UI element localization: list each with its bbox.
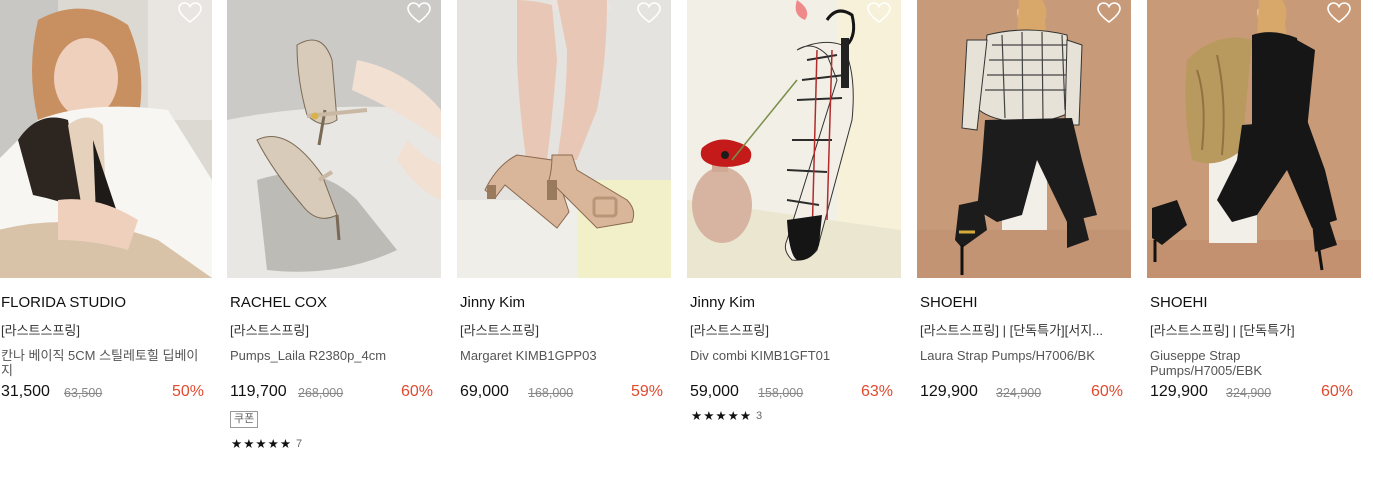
- heart-outline-icon[interactable]: [637, 2, 661, 24]
- original-price: 268,000: [298, 386, 344, 400]
- product-name[interactable]: Laura Strap Pumps/H7006/BK: [920, 348, 1125, 378]
- sale-price: 129,900: [1150, 383, 1208, 400]
- rating: ★★★★★ 7: [231, 437, 441, 451]
- review-count: 3: [756, 410, 763, 422]
- product-tag: [라스트스프링]: [460, 323, 539, 338]
- original-price: 324,900: [1226, 386, 1272, 400]
- price-row: 59,000 158,000 63%: [690, 383, 896, 405]
- product-image[interactable]: [1147, 0, 1361, 278]
- product-card[interactable]: SHOEHI [라스트스프링] | [단독특가][서지... Laura Str…: [917, 0, 1131, 405]
- sale-price: 59,000: [690, 383, 739, 400]
- product-brand[interactable]: Jinny Kim: [460, 294, 671, 312]
- star-rating-icon: ★★★★★: [231, 437, 293, 451]
- product-image[interactable]: [227, 0, 441, 278]
- price-row: 119,700 268,000 60%: [230, 383, 436, 405]
- beige-buckle-pumps-legs-photo: [457, 0, 671, 278]
- price-row: 129,900 324,900 60%: [920, 383, 1126, 405]
- product-tag: [라스트스프링]: [690, 323, 769, 338]
- discount-rate: 60%: [400, 383, 433, 400]
- woman-holding-stiletto-heels-photo: [0, 0, 212, 278]
- original-price: 168,000: [528, 386, 574, 400]
- heart-outline-icon[interactable]: [1097, 2, 1121, 24]
- product-image[interactable]: [0, 0, 212, 278]
- discount-rate: 59%: [630, 383, 663, 400]
- discount-rate: 60%: [1320, 383, 1353, 400]
- beige-mary-jane-pumps-photo: [227, 0, 441, 278]
- product-tag: [라스트스프링]: [1, 323, 80, 338]
- price-row: 69,000 168,000 59%: [460, 383, 666, 405]
- product-card[interactable]: RACHEL COX [라스트스프링] Pumps_Laila R2380p_4…: [227, 0, 441, 451]
- original-price: 324,900: [996, 386, 1042, 400]
- heart-outline-icon[interactable]: [178, 2, 202, 24]
- rating: ★★★★★ 3: [691, 409, 901, 423]
- product-grid: FLORIDA STUDIO [라스트스프링] 칸나 베이직 5CM 스틸레토힐…: [0, 0, 1373, 486]
- price-row: 31,500 63,500 50%: [1, 383, 207, 405]
- product-image[interactable]: [457, 0, 671, 278]
- heart-outline-icon[interactable]: [407, 2, 431, 24]
- model-in-tweed-jacket-photo: [917, 0, 1131, 278]
- sale-price: 119,700: [230, 383, 287, 400]
- original-price: 63,500: [64, 386, 103, 400]
- product-card[interactable]: SHOEHI [라스트스프링] | [단독특가] Giuseppe Strap …: [1147, 0, 1361, 405]
- sale-price: 129,900: [920, 383, 978, 400]
- review-count: 7: [296, 438, 303, 450]
- product-name[interactable]: Margaret KIMB1GPP03: [460, 348, 665, 378]
- product-brand[interactable]: SHOEHI: [1150, 294, 1361, 312]
- product-name[interactable]: 칸나 베이직 5CM 스틸레토힐 딥베이지: [1, 348, 206, 378]
- product-name[interactable]: Giuseppe Strap Pumps/H7005/EBK: [1150, 348, 1355, 378]
- product-card[interactable]: Jinny Kim [라스트스프링] Div combi KIMB1GFT01 …: [687, 0, 901, 423]
- discount-rate: 63%: [860, 383, 893, 400]
- heart-outline-icon[interactable]: [867, 2, 891, 24]
- coupon-badge: 쿠폰: [230, 411, 259, 428]
- product-card[interactable]: FLORIDA STUDIO [라스트스프링] 칸나 베이직 5CM 스틸레토힐…: [0, 0, 212, 405]
- discount-rate: 60%: [1090, 383, 1123, 400]
- product-name[interactable]: Pumps_Laila R2380p_4cm: [230, 348, 435, 378]
- product-brand[interactable]: RACHEL COX: [230, 294, 441, 312]
- product-tag: [라스트스프링] | [단독특가]: [1150, 323, 1295, 338]
- product-card[interactable]: Jinny Kim [라스트스프링] Margaret KIMB1GPP03 6…: [457, 0, 671, 405]
- product-brand[interactable]: FLORIDA STUDIO: [1, 294, 212, 312]
- product-image[interactable]: [687, 0, 901, 278]
- product-brand[interactable]: Jinny Kim: [690, 294, 901, 312]
- product-tag: [라스트스프링]: [230, 323, 309, 338]
- original-price: 158,000: [758, 386, 804, 400]
- product-image[interactable]: [917, 0, 1131, 278]
- product-brand[interactable]: SHOEHI: [920, 294, 1131, 312]
- product-name[interactable]: Div combi KIMB1GFT01: [690, 348, 895, 378]
- product-tag: [라스트스프링] | [단독특가][서지...: [920, 323, 1104, 338]
- star-rating-icon: ★★★★★: [691, 409, 753, 423]
- sale-price: 69,000: [460, 383, 509, 400]
- tweed-strap-flats-with-flower-photo: [687, 0, 901, 278]
- price-row: 129,900 324,900 60%: [1150, 383, 1356, 405]
- model-in-black-outfit-with-trench-photo: [1147, 0, 1361, 278]
- sale-price: 31,500: [1, 383, 50, 400]
- discount-rate: 50%: [171, 383, 204, 400]
- heart-outline-icon[interactable]: [1327, 2, 1351, 24]
